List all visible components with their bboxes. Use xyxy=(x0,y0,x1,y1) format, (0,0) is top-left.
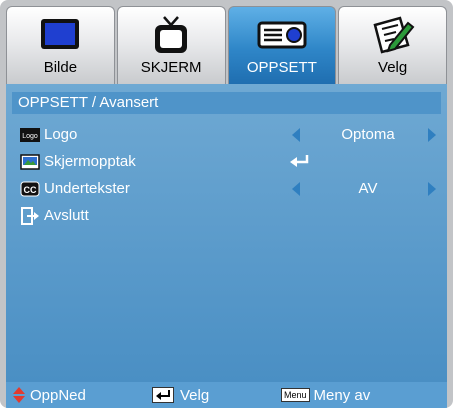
enter-icon[interactable] xyxy=(288,154,310,172)
tab-velg[interactable]: Velg xyxy=(338,6,447,84)
help-menu-off-label: Meny av xyxy=(313,386,371,404)
tab-bar: Bilde SKJERM OPPSETT Velg xyxy=(6,6,447,84)
tv-icon xyxy=(118,15,225,55)
monitor-icon xyxy=(7,15,114,55)
help-menu-off: Menu Meny av xyxy=(281,386,370,404)
updown-arrow-icon xyxy=(13,387,25,403)
left-arrow-icon[interactable] xyxy=(292,128,300,142)
osd-menu: Bilde SKJERM OPPSETT Velg OPPSETT / Avan… xyxy=(0,0,453,408)
closed-caption-value: AV xyxy=(358,180,378,197)
logo-icon: Logo xyxy=(20,126,40,143)
menu-row-undertekster[interactable]: CC Undertekster AV xyxy=(6,177,447,201)
tab-bilde[interactable]: Bilde xyxy=(6,6,115,84)
logo-icon-text: Logo xyxy=(22,133,38,140)
help-updown: OppNed xyxy=(12,386,86,404)
menu-row-label: Logo xyxy=(44,126,78,143)
tab-label: Bilde xyxy=(43,59,78,76)
left-arrow-icon[interactable] xyxy=(292,182,300,196)
right-arrow-icon[interactable] xyxy=(428,182,436,196)
tab-label: SKJERM xyxy=(140,59,202,76)
menu-row-logo[interactable]: Logo Logo Optoma xyxy=(6,123,447,147)
help-select: Velg xyxy=(152,386,209,404)
help-bar: OppNed Velg Menu Meny av xyxy=(6,382,447,408)
tab-oppsett[interactable]: OPPSETT xyxy=(227,6,337,84)
help-updown-label: OppNed xyxy=(30,386,86,404)
menu-row-label: Undertekster xyxy=(44,180,130,197)
help-select-label: Velg xyxy=(180,386,210,404)
tab-label: OPPSETT xyxy=(246,59,317,76)
projector-icon xyxy=(229,15,336,55)
menu-row-label: Avslutt xyxy=(44,207,89,224)
menu-row-label: Skjermopptak xyxy=(44,153,136,170)
options-pencil-icon xyxy=(339,15,446,55)
screen-capture-icon xyxy=(20,153,40,170)
tab-skjerm[interactable]: SKJERM xyxy=(116,6,226,84)
cc-icon-text: CC xyxy=(24,185,37,195)
exit-icon xyxy=(20,206,40,225)
menu-row-avslutt[interactable]: Avslutt xyxy=(6,204,447,228)
logo-value: Optoma xyxy=(341,126,395,143)
menu-key-icon: Menu xyxy=(281,388,310,402)
right-arrow-icon[interactable] xyxy=(428,128,436,142)
tab-label: Velg xyxy=(378,59,408,76)
menu-row-skjermopptak[interactable]: Skjermopptak xyxy=(6,150,447,174)
settings-panel: OPPSETT / Avansert Logo Logo Optoma Skje… xyxy=(6,84,447,382)
closed-caption-icon: CC xyxy=(20,180,40,197)
panel-title: OPPSETT / Avansert xyxy=(12,92,441,114)
enter-key-icon xyxy=(152,387,174,403)
